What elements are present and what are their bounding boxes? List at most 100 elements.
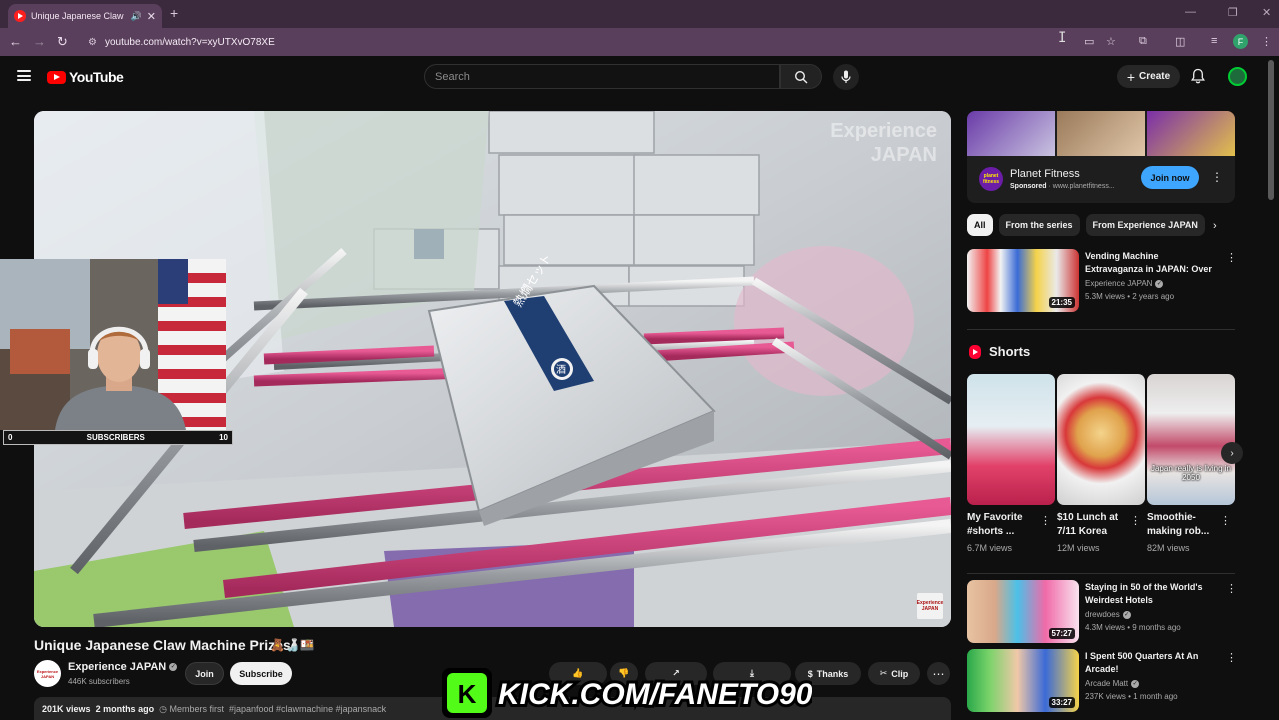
members-first-icon: ◷ xyxy=(159,704,167,714)
section-divider xyxy=(967,329,1235,330)
youtube-favicon-icon xyxy=(14,10,26,22)
shorts-next-button[interactable]: › xyxy=(1221,442,1243,464)
account-avatar[interactable] xyxy=(1228,67,1247,86)
search-input[interactable] xyxy=(435,70,779,83)
clip-button[interactable]: ✂ Clip xyxy=(868,662,920,685)
section-divider xyxy=(967,573,1235,574)
short-title[interactable]: $10 Lunch at 7/11 Korea xyxy=(1057,511,1129,539)
profile-avatar[interactable]: F xyxy=(1233,34,1248,49)
video-meta: 5.3M views • 2 years ago xyxy=(1085,292,1175,301)
browser-menu-icon[interactable]: ⋮ xyxy=(1261,35,1272,48)
forward-icon[interactable]: → xyxy=(33,34,46,49)
extensions-icon[interactable]: ⧉ xyxy=(1139,35,1147,48)
bookmark-star-icon[interactable]: ☆ xyxy=(1106,35,1116,48)
short-thumbnail[interactable] xyxy=(967,374,1055,505)
video-thumbnail[interactable]: 33:27 xyxy=(967,649,1079,712)
chip-from-channel[interactable]: From Experience JAPAN xyxy=(1085,214,1205,236)
create-button[interactable]: + Create xyxy=(1117,65,1180,88)
channel-name[interactable]: Experience JAPAN ✓ xyxy=(68,661,178,673)
ad-more-icon[interactable]: ⋮ xyxy=(1211,170,1223,184)
speaker-icon[interactable]: 🔊 xyxy=(131,11,142,22)
tab-close-button[interactable]: ✕ xyxy=(147,10,156,23)
reading-list-icon[interactable]: ≡ xyxy=(1211,35,1217,47)
video-duration: 21:35 xyxy=(1048,297,1075,308)
reload-icon[interactable]: ↻ xyxy=(57,34,68,50)
webcam-feed xyxy=(0,259,226,430)
video-title[interactable]: Vending Machine Extravaganza in JAPAN: O… xyxy=(1085,250,1219,276)
join-button[interactable]: Join xyxy=(185,662,224,685)
kick-url-text: KICK.COM/FANETO904 xyxy=(498,678,812,711)
short-card[interactable]: $10 Lunch at 7/11 Korea 12M views ⋮ xyxy=(1057,374,1145,553)
thanks-label: Thanks xyxy=(816,668,849,679)
kick-banner-graphic: K KICK.COM/FANETO904 xyxy=(442,668,832,718)
video-duration: 33:27 xyxy=(1048,697,1075,708)
menu-hamburger-icon[interactable] xyxy=(17,70,31,81)
minimize-icon[interactable]: — xyxy=(1185,6,1196,18)
address-bar[interactable]: ⚙ youtube.com/watch?v=xyUTXvO78XE xyxy=(80,31,1130,53)
short-more-icon[interactable]: ⋮ xyxy=(1040,514,1051,527)
video-title[interactable]: I Spent 500 Quarters At An Arcade! xyxy=(1085,650,1219,676)
notifications-bell-icon[interactable] xyxy=(1191,68,1205,84)
chip-all[interactable]: All xyxy=(967,214,993,236)
video-channel-name[interactable]: Experience JAPAN xyxy=(1085,279,1152,288)
chip-from-series[interactable]: From the series xyxy=(998,214,1080,236)
sponsored-ad-card[interactable]: planet fitness Planet Fitness Sponsored … xyxy=(967,111,1235,203)
new-tab-button[interactable]: + xyxy=(170,5,178,21)
verified-check-icon: ✓ xyxy=(1122,610,1131,619)
short-card[interactable]: Japan really is living in 2050 Smoothie-… xyxy=(1147,374,1235,553)
short-title[interactable]: Smoothie-making rob... xyxy=(1147,511,1219,539)
video-channel[interactable]: drewdoes ✓ xyxy=(1085,610,1131,619)
video-channel[interactable]: Experience JAPAN ✓ xyxy=(1085,279,1164,288)
voice-search-button[interactable] xyxy=(833,64,859,90)
scissors-icon: ✂ xyxy=(879,668,888,678)
video-more-icon[interactable]: ⋮ xyxy=(1226,582,1237,595)
cast-icon[interactable]: ▭ xyxy=(1084,35,1094,48)
short-thumbnail[interactable] xyxy=(1057,374,1145,505)
video-thumbnail[interactable]: 57:27 xyxy=(967,580,1079,643)
video-channel-name[interactable]: Arcade Matt xyxy=(1085,679,1128,688)
subscribe-button[interactable]: Subscribe xyxy=(230,662,292,685)
channel-name-text[interactable]: Experience JAPAN xyxy=(68,661,166,673)
site-info-icon[interactable]: ⚙ xyxy=(88,37,97,48)
recommended-video[interactable]: 21:35 Vending Machine Extravaganza in JA… xyxy=(967,249,1237,313)
chevron-right-icon[interactable]: › xyxy=(1213,220,1217,232)
sidebar-icon[interactable]: ◫ xyxy=(1175,35,1185,48)
ad-join-now-button[interactable]: Join now xyxy=(1141,166,1199,189)
page-scrollbar[interactable] xyxy=(1268,60,1274,200)
short-card[interactable]: My Favorite #shorts ... 6.7M views ⋮ xyxy=(967,374,1055,553)
recommended-video[interactable]: 33:27 I Spent 500 Quarters At An Arcade!… xyxy=(967,649,1237,713)
window-close-icon[interactable]: ✕ xyxy=(1262,6,1271,19)
youtube-logo[interactable]: YouTube xyxy=(47,69,124,85)
short-thumbnail[interactable]: Japan really is living in 2050 xyxy=(1147,374,1235,505)
microphone-icon xyxy=(841,70,851,83)
more-actions-button[interactable]: ⋯ xyxy=(927,662,950,685)
back-icon[interactable]: ← xyxy=(9,34,22,49)
address-url[interactable]: youtube.com/watch?v=xyUTXvO78XE xyxy=(105,37,275,48)
search-button[interactable] xyxy=(780,64,822,89)
video-channel-name[interactable]: drewdoes xyxy=(1085,610,1120,619)
advertiser-name[interactable]: Planet Fitness xyxy=(1010,168,1080,180)
restore-icon[interactable]: ❐ xyxy=(1228,6,1238,19)
video-channel[interactable]: Arcade Matt ✓ xyxy=(1085,679,1140,688)
short-more-icon[interactable]: ⋮ xyxy=(1130,514,1141,527)
video-watermark: Experience JAPAN xyxy=(830,119,937,167)
video-thumbnail[interactable]: 21:35 xyxy=(967,249,1079,312)
search-box[interactable] xyxy=(424,64,780,89)
channel-watermark-badge[interactable]: Experience JAPAN xyxy=(917,593,943,619)
browser-tab-active[interactable]: Unique Japanese Claw Ma 🔊 ✕ xyxy=(8,4,162,28)
video-more-icon[interactable]: ⋮ xyxy=(1226,251,1237,264)
hashtags[interactable]: #japanfood #clawmachine #japansnack xyxy=(229,704,386,714)
recommended-video[interactable]: 57:27 Staying in 50 of the World's Weird… xyxy=(967,580,1237,644)
video-more-icon[interactable]: ⋮ xyxy=(1226,651,1237,664)
advertiser-logo: planet fitness xyxy=(979,167,1003,191)
subscriber-goal-bar: 0 SUBSCRIBERS 10 xyxy=(3,430,233,445)
channel-avatar[interactable]: Experience JAPAN xyxy=(34,660,61,687)
short-more-icon[interactable]: ⋮ xyxy=(1220,514,1231,527)
video-meta: 237K views • 1 month ago xyxy=(1085,692,1178,701)
short-title[interactable]: My Favorite #shorts ... xyxy=(967,511,1039,539)
video-title[interactable]: Staying in 50 of the World's Weirdest Ho… xyxy=(1085,581,1219,607)
sponsored-label: Sponsored xyxy=(1010,183,1047,190)
plus-icon: + xyxy=(1126,68,1136,85)
ad-sponsored-line: Sponsored · www.planetfitness... xyxy=(1010,183,1115,190)
short-caption: Japan really is living in 2050 xyxy=(1150,464,1232,482)
